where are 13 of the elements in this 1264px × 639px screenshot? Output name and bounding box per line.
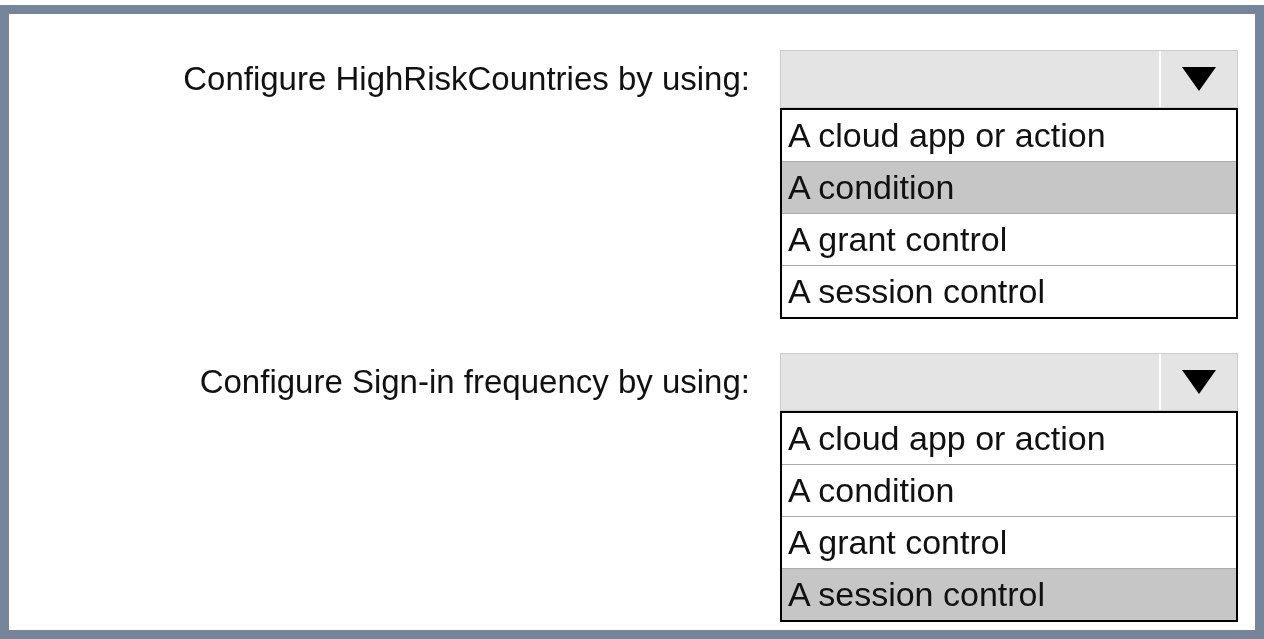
dropdown-option[interactable]: A grant control bbox=[782, 213, 1236, 265]
dropdown-option[interactable]: A cloud app or action bbox=[782, 413, 1236, 464]
dropdown-arrow-icon bbox=[1182, 370, 1216, 394]
dropdown-option[interactable]: A session control bbox=[782, 568, 1236, 620]
dropdown-field[interactable] bbox=[780, 353, 1238, 411]
dropdown-arrow-icon bbox=[1182, 67, 1216, 91]
dropdown-option[interactable]: A session control bbox=[782, 265, 1236, 317]
dropdown-field[interactable] bbox=[780, 50, 1238, 108]
dropdown-option[interactable]: A condition bbox=[782, 464, 1236, 516]
question-label: Configure Sign-in frequency by using: bbox=[199, 362, 750, 402]
dropdown-option[interactable]: A condition bbox=[782, 161, 1236, 213]
dropdown-option[interactable]: A cloud app or action bbox=[782, 110, 1236, 161]
question-label: Configure HighRiskCountries by using: bbox=[183, 59, 750, 99]
